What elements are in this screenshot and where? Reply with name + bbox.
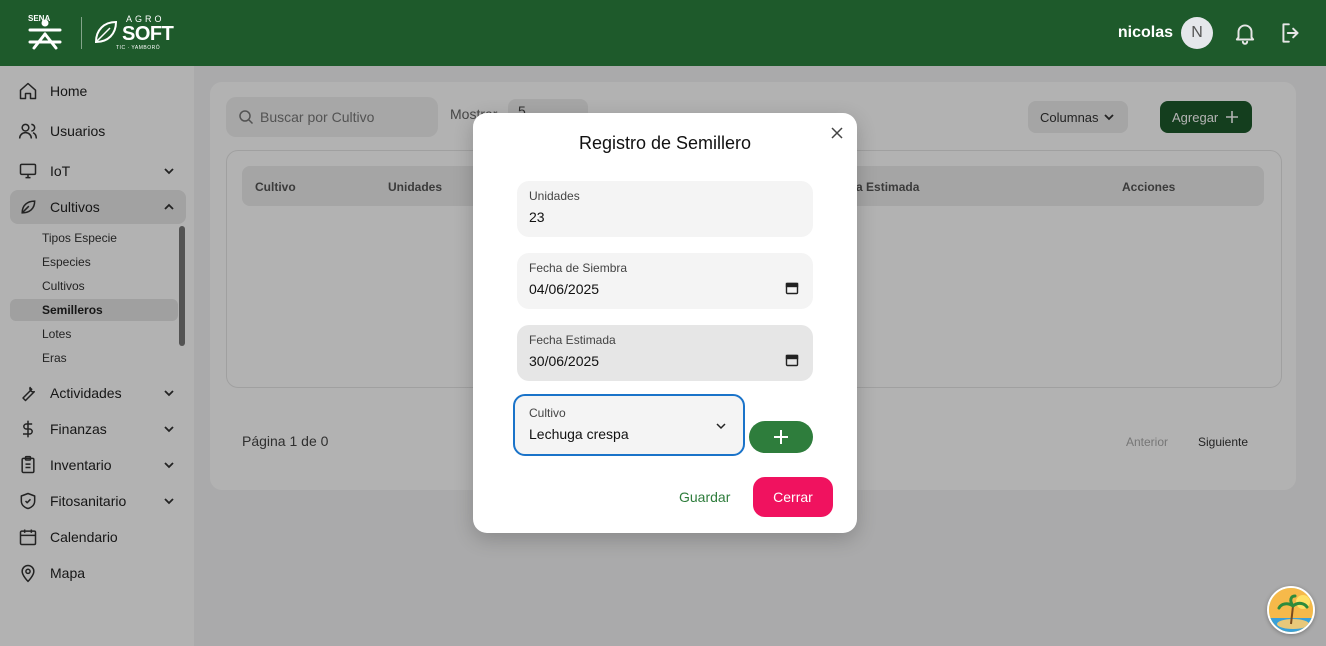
assistant-bubble-icon[interactable]: [1267, 586, 1315, 634]
calendar-icon[interactable]: [785, 281, 799, 295]
user-name: nicolas: [1117, 24, 1173, 41]
agrosoft-leaf-icon: [94, 20, 118, 44]
logo-divider: [81, 17, 82, 49]
app-header: SENA AGRO SOFT TIC · YAMBORÓ nicolas N: [0, 0, 1326, 66]
field-value: Lechuga crespa: [529, 426, 629, 442]
field-label: Cultivo: [529, 406, 566, 420]
field-value: 04/06/2025: [529, 281, 600, 297]
chevron-down-icon: [716, 423, 726, 430]
calendar-icon[interactable]: [785, 353, 799, 367]
svg-text:SENA: SENA: [28, 14, 50, 23]
plus-icon: [774, 430, 788, 444]
registro-semillero-modal: Registro de Semillero Unidades 23 Fecha …: [473, 113, 857, 533]
guardar-button[interactable]: Guardar: [679, 489, 730, 505]
fecha-estimada-field[interactable]: Fecha Estimada 30/06/2025: [517, 325, 813, 381]
field-label: Fecha Estimada: [529, 333, 616, 347]
fecha-siembra-field[interactable]: Fecha de Siembra 04/06/2025: [517, 253, 813, 309]
unidades-field[interactable]: Unidades 23: [517, 181, 813, 237]
field-value: 23: [529, 209, 545, 225]
bell-icon[interactable]: [1232, 20, 1258, 46]
agrosoft-logo: AGRO SOFT TIC · YAMBORÓ: [90, 12, 174, 54]
field-value: 30/06/2025: [529, 353, 600, 369]
avatar[interactable]: N: [1181, 17, 1213, 49]
modal-title: Registro de Semillero: [578, 133, 752, 153]
cerrar-button[interactable]: Cerrar: [753, 477, 833, 517]
cultivo-select[interactable]: Cultivo Lechuga crespa: [513, 394, 745, 456]
add-cultivo-button[interactable]: [749, 421, 813, 453]
sena-logo-icon: SENA: [28, 14, 62, 50]
logout-icon[interactable]: [1278, 20, 1304, 46]
field-label: Fecha de Siembra: [529, 261, 628, 275]
field-label: Unidades: [529, 189, 580, 203]
